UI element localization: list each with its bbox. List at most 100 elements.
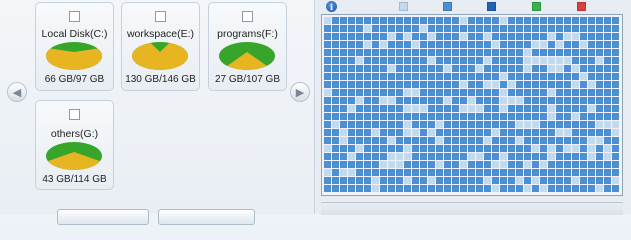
scroll-right-button[interactable]: ▶ [290,82,310,102]
drive-card-f[interactable]: programs(F:) 27 GB/107 GB [208,2,287,91]
drive-checkbox-c[interactable] [69,11,80,22]
cluster-block-used [444,129,451,136]
cluster-block-used [492,145,499,152]
cluster-block-free [468,97,475,104]
cluster-block-used [484,49,491,56]
cluster-block-free [340,129,347,136]
cluster-block-used [468,129,475,136]
cluster-block-used [476,185,483,192]
cluster-block-free [516,121,523,128]
cluster-block-used [420,169,427,176]
cluster-block-used [548,177,555,184]
cluster-block-used [388,145,395,152]
cluster-block-used [468,65,475,72]
action-button-right[interactable] [158,209,255,225]
cluster-block-used [444,153,451,160]
drive-selection-panel: ◀ ▶ Local Disk(C:) 66 GB/97 GB workspace… [0,0,315,225]
cluster-block-used [388,89,395,96]
cluster-block-used [356,73,363,80]
cluster-block-used [348,81,355,88]
cluster-block-used [388,113,395,120]
info-icon[interactable]: i [326,1,337,12]
scroll-left-button[interactable]: ◀ [7,82,27,102]
cluster-block-free [532,41,539,48]
cluster-block-used [428,25,435,32]
cluster-block-free [404,105,411,112]
cluster-block-used [508,65,515,72]
cluster-block-free [356,97,363,104]
cluster-block-used [324,73,331,80]
action-button-left[interactable] [57,209,149,225]
cluster-block-used [572,49,579,56]
cluster-block-used [348,49,355,56]
cluster-block-used [532,49,539,56]
cluster-block-free [476,105,483,112]
cluster-block-used [588,113,595,120]
cluster-block-used [524,89,531,96]
cluster-block-free [476,65,483,72]
cluster-block-used [412,121,419,128]
cluster-block-used [460,25,467,32]
cluster-block-used [580,105,587,112]
cluster-block-used [484,129,491,136]
drive-card-e[interactable]: workspace(E:) 130 GB/146 GB [121,2,200,91]
cluster-block-used [588,97,595,104]
cluster-block-used [452,73,459,80]
cluster-block-used [548,185,555,192]
cluster-block-used [580,57,587,64]
cluster-block-used [348,89,355,96]
cluster-block-used [332,105,339,112]
cluster-block-used [540,73,547,80]
cluster-block-used [596,17,603,24]
cluster-block-used [596,41,603,48]
cluster-block-free [532,145,539,152]
cluster-block-used [364,57,371,64]
cluster-block-free [572,145,579,152]
cluster-block-used [540,137,547,144]
cluster-block-used [372,121,379,128]
cluster-block-used [476,161,483,168]
drive-card-g[interactable]: others(G:) 43 GB/114 GB [35,100,114,190]
cluster-block-free [524,185,531,192]
cluster-block-free [580,41,587,48]
cluster-block-used [500,121,507,128]
cluster-block-used [412,161,419,168]
drive-checkbox-g[interactable] [69,109,80,120]
cluster-block-used [556,145,563,152]
cluster-block-free [380,41,387,48]
cluster-block-used [364,105,371,112]
cluster-block-used [436,177,443,184]
cluster-block-free [388,137,395,144]
cluster-block-free [436,121,443,128]
cluster-block-used [572,185,579,192]
cluster-block-used [364,121,371,128]
cluster-block-used [596,129,603,136]
cluster-block-used [356,137,363,144]
drive-checkbox-e[interactable] [155,11,166,22]
cluster-block-used [532,25,539,32]
cluster-block-free [500,97,507,104]
cluster-block-used [596,105,603,112]
cluster-block-free [356,145,363,152]
cluster-block-used [452,137,459,144]
cluster-block-used [412,17,419,24]
cluster-block-used [388,17,395,24]
cluster-block-used [372,81,379,88]
cluster-block-used [388,41,395,48]
cluster-block-used [452,185,459,192]
cluster-block-used [444,137,451,144]
cluster-block-used [460,97,467,104]
cluster-block-used [612,169,619,176]
drive-checkbox-f[interactable] [242,11,253,22]
cluster-block-used [604,57,611,64]
used-space-swatch [443,2,452,11]
system-swatch [487,2,496,11]
cluster-block-free [604,153,611,160]
cluster-block-used [508,169,515,176]
cluster-block-used [324,97,331,104]
drive-card-c[interactable]: Local Disk(C:) 66 GB/97 GB [35,2,114,91]
cluster-block-used [556,97,563,104]
cluster-block-free [428,33,435,40]
cluster-block-used [524,25,531,32]
cluster-block-used [596,145,603,152]
